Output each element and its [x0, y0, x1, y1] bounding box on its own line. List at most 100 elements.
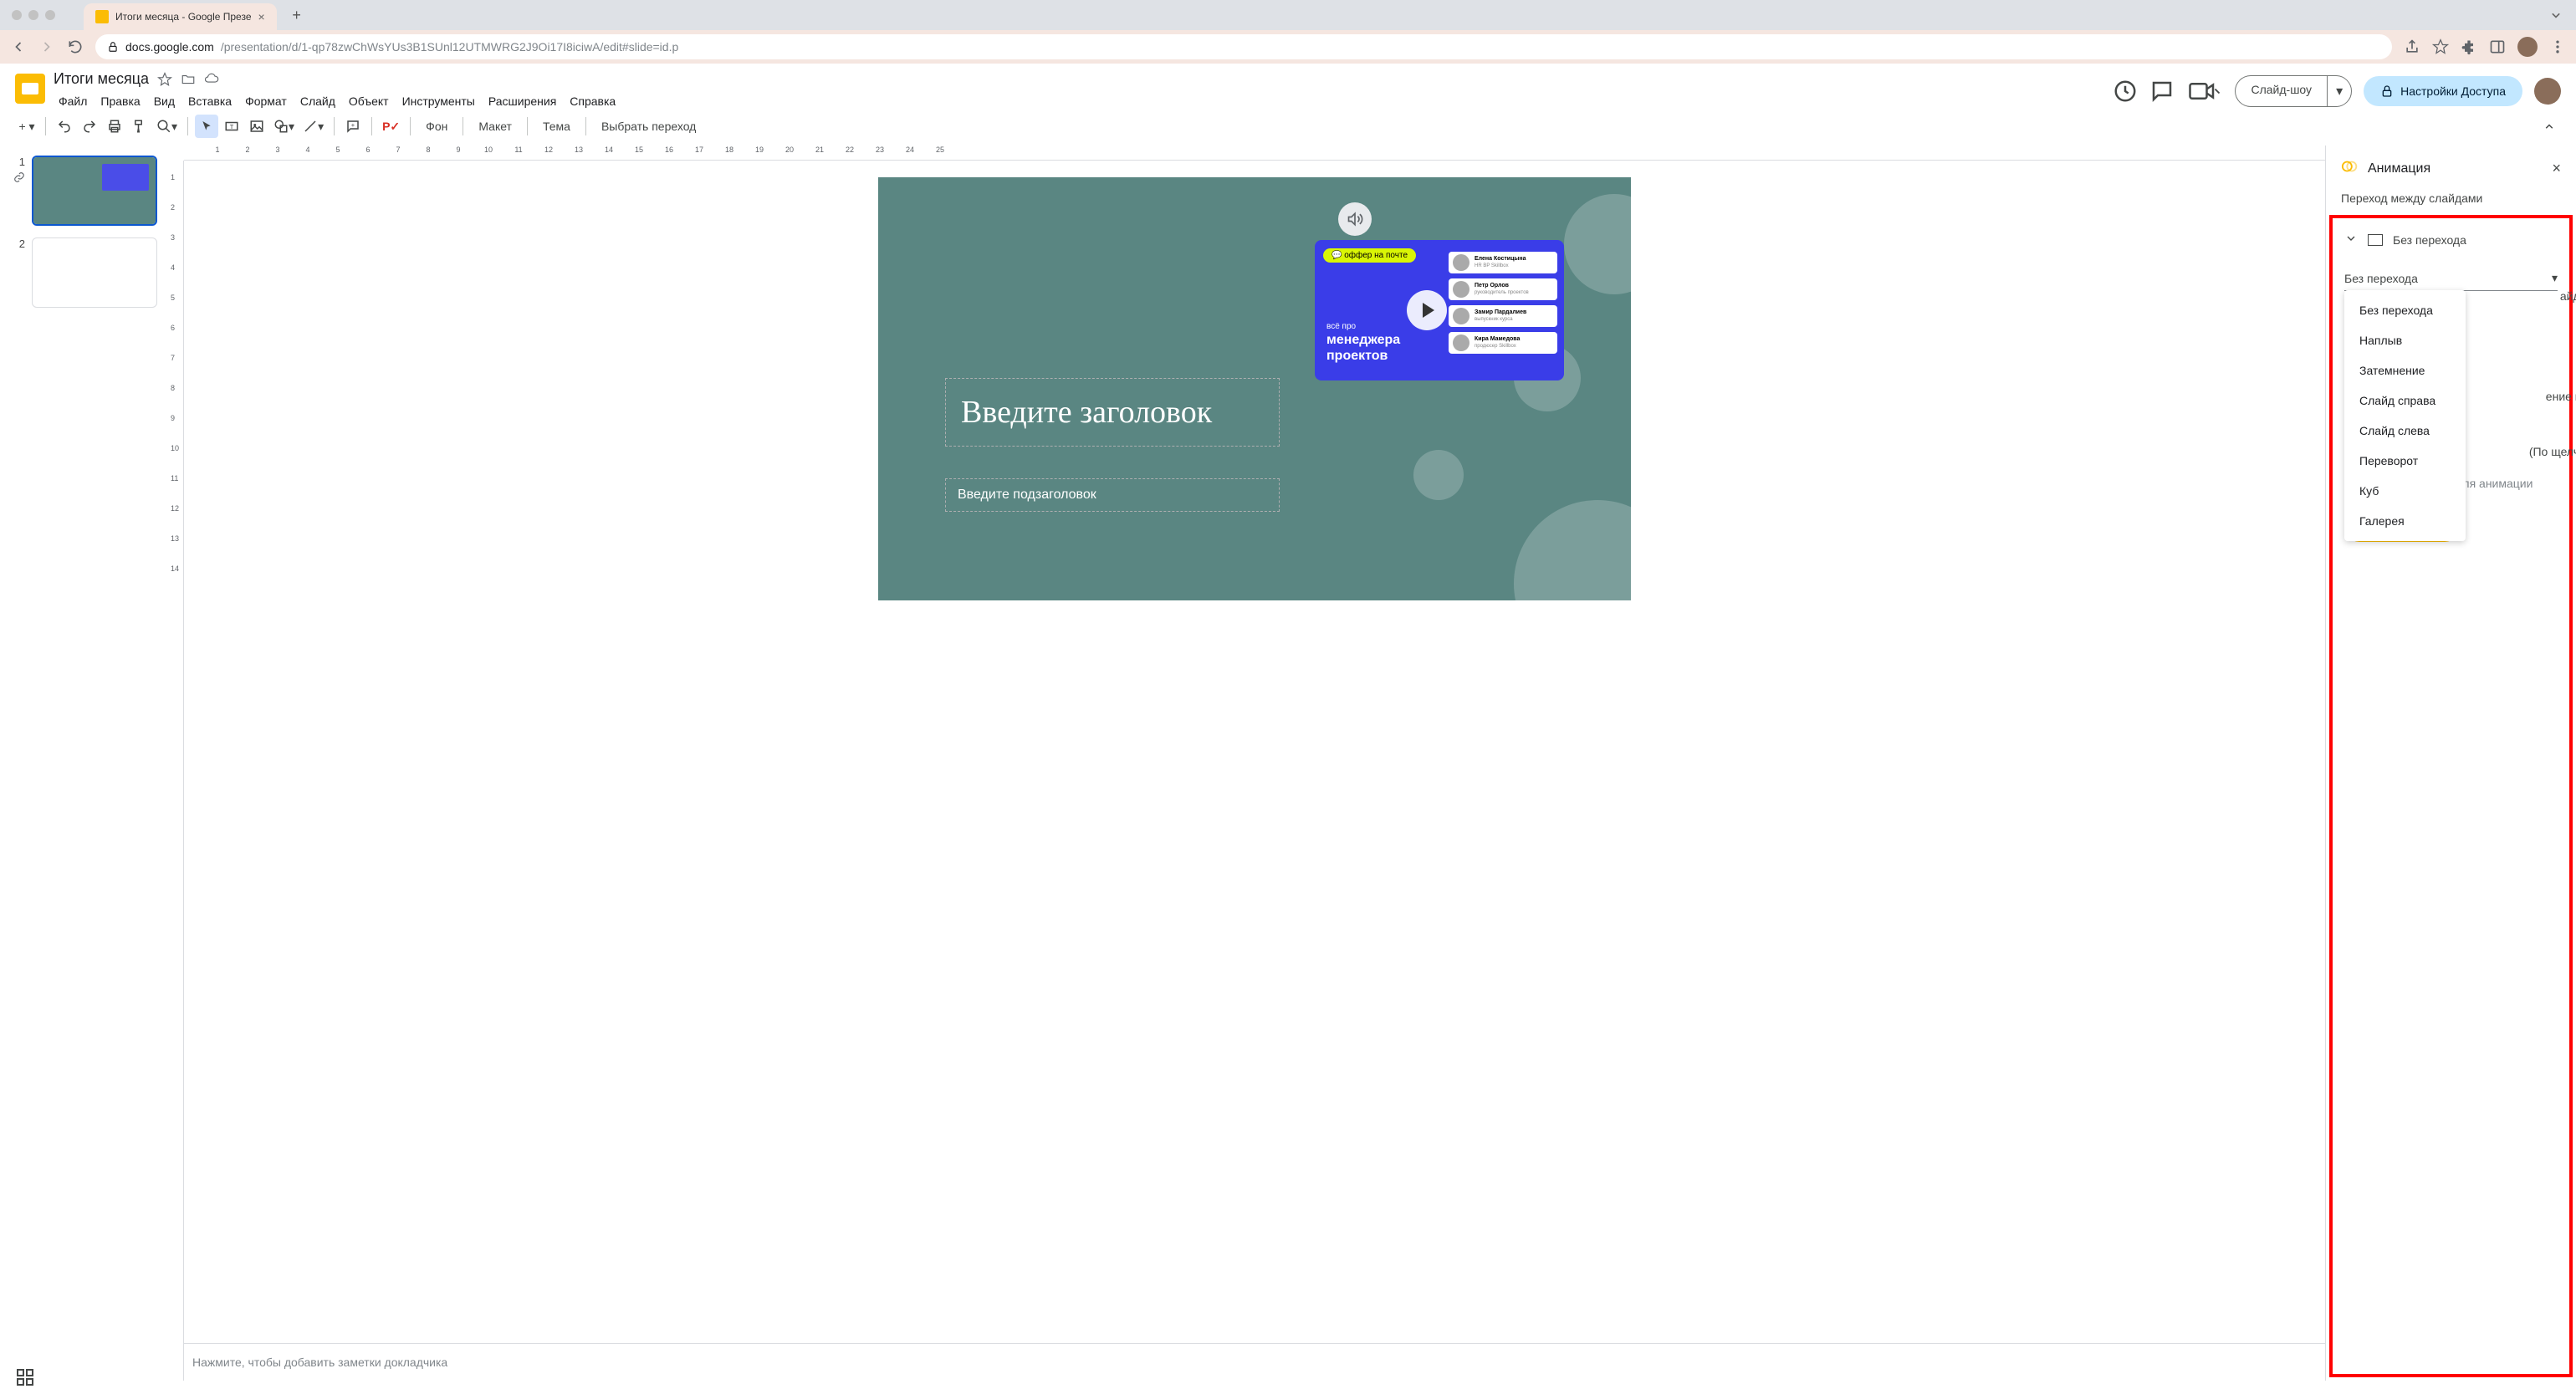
transition-option[interactable]: Слайд справа — [2344, 386, 2466, 416]
transition-option[interactable]: Переворот — [2344, 446, 2466, 476]
move-folder-icon[interactable] — [181, 72, 196, 87]
thumb-number: 1 — [10, 156, 25, 168]
extensions-icon[interactable] — [2461, 38, 2477, 55]
transition-option[interactable]: Слайд слева — [2344, 416, 2466, 446]
comment-tool[interactable]: + — [341, 115, 365, 138]
address-bar: docs.google.com/presentation/d/1-qp78zwC… — [0, 30, 2576, 64]
menu-Слайд[interactable]: Слайд — [295, 91, 340, 111]
slideshow-dropdown[interactable]: ▾ — [2327, 75, 2352, 107]
menu-Файл[interactable]: Файл — [54, 91, 92, 111]
background-button[interactable]: Фон — [417, 120, 456, 133]
transition-option[interactable]: Куб — [2344, 476, 2466, 506]
menu-Вид[interactable]: Вид — [149, 91, 180, 111]
reload-button[interactable] — [67, 38, 84, 55]
collapse-toolbar-icon[interactable] — [2538, 115, 2561, 138]
transition-option[interactable]: Без перехода — [2344, 295, 2466, 325]
play-icon[interactable] — [1407, 290, 1447, 330]
share-button[interactable]: Настройки Доступа — [2364, 76, 2522, 106]
zoom-button[interactable]: ▾ — [153, 115, 181, 138]
video-title: всё про менеджера проектов — [1326, 322, 1400, 364]
new-slide-button[interactable]: + ▾ — [15, 115, 38, 138]
menu-Формат[interactable]: Формат — [240, 91, 292, 111]
menu-Правка[interactable]: Правка — [95, 91, 145, 111]
transition-dropdown: Без переходаНаплывЗатемнениеСлайд справа… — [2344, 290, 2466, 541]
close-icon[interactable]: × — [2552, 160, 2561, 177]
slide-thumbnail-1[interactable] — [32, 156, 157, 226]
image-tool[interactable] — [245, 115, 268, 138]
peek-text-click: (По щелчку) — [2529, 445, 2576, 458]
history-icon[interactable] — [2113, 79, 2138, 104]
bookmark-star-icon[interactable] — [2432, 38, 2449, 55]
theme-button[interactable]: Тема — [534, 120, 579, 133]
tabs-dropdown-icon[interactable] — [2548, 7, 2564, 23]
comments-icon[interactable] — [2149, 79, 2175, 104]
link-icon — [10, 171, 25, 186]
slide-icon — [2368, 234, 2383, 246]
user-avatar[interactable] — [2534, 78, 2561, 105]
print-button[interactable] — [103, 115, 126, 138]
tab-bar: Итоги месяца - Google Презе × + — [84, 0, 309, 30]
meet-icon[interactable] — [2186, 79, 2223, 104]
animation-sidebar: Анимация × Переход между слайдами Без пе… — [2325, 146, 2576, 1381]
star-icon[interactable] — [157, 72, 172, 87]
share-label: Настройки Доступа — [2400, 84, 2506, 98]
browser-tab[interactable]: Итоги месяца - Google Презе × — [84, 3, 277, 30]
menu-Справка[interactable]: Справка — [565, 91, 621, 111]
subtitle-placeholder[interactable]: Введите подзаголовок — [945, 478, 1280, 512]
video-badge: 💬 оффер на почте — [1323, 248, 1416, 263]
transition-row[interactable]: Без перехода — [2333, 227, 2569, 253]
browser-profile-avatar[interactable] — [2517, 37, 2538, 57]
doc-title[interactable]: Итоги месяца — [54, 70, 149, 88]
spelling-button[interactable]: Р✓ — [379, 115, 403, 138]
embedded-video[interactable]: 💬 оффер на почте всё про менеджера проек… — [1315, 240, 1564, 380]
menu-Расширения[interactable]: Расширения — [483, 91, 561, 111]
textbox-tool[interactable]: T — [220, 115, 243, 138]
maximize-window-dot[interactable] — [45, 10, 55, 20]
transition-select[interactable]: Без перехода ▾ Без переходаНаплывЗатемне… — [2344, 266, 2558, 291]
title-placeholder[interactable]: Введите заголовок — [945, 378, 1280, 447]
canvas-area: 1234567891011121314151617181920212223242… — [167, 146, 2325, 1381]
canvas-scroll[interactable]: 💬 оффер на почте всё про менеджера проек… — [184, 161, 2325, 1343]
svg-text:T: T — [230, 123, 234, 130]
lock-icon — [107, 41, 119, 53]
sidepanel-icon[interactable] — [2489, 38, 2506, 55]
undo-button[interactable] — [53, 115, 76, 138]
new-tab-button[interactable]: + — [285, 3, 309, 27]
explore-icon[interactable] — [15, 1367, 35, 1387]
browser-menu-icon[interactable] — [2549, 38, 2566, 55]
redo-button[interactable] — [78, 115, 101, 138]
url-path: /presentation/d/1-qp78zwChWsYUs3B1SUnl12… — [221, 40, 678, 54]
paint-format-button[interactable] — [128, 115, 151, 138]
transition-option[interactable]: Наплыв — [2344, 325, 2466, 355]
speaker-notes[interactable]: Нажмите, чтобы добавить заметки докладчи… — [167, 1343, 2325, 1381]
menu-Объект[interactable]: Объект — [344, 91, 394, 111]
tab-title: Итоги месяца - Google Презе — [115, 11, 252, 23]
share-page-icon[interactable] — [2404, 38, 2420, 55]
transition-button[interactable]: Выбрать переход — [593, 120, 704, 133]
layout-button[interactable]: Макет — [470, 120, 520, 133]
cloud-saved-icon[interactable] — [204, 72, 219, 87]
forward-button[interactable] — [38, 38, 55, 55]
menu-Инструменты[interactable]: Инструменты — [397, 91, 480, 111]
audio-icon[interactable] — [1338, 202, 1372, 236]
title-text: Введите заголовок — [961, 394, 1264, 431]
slides-logo-icon[interactable] — [15, 74, 45, 104]
transition-option[interactable]: Затемнение — [2344, 355, 2466, 386]
ruler-horizontal: 1234567891011121314151617181920212223242… — [184, 146, 2325, 161]
slide-canvas[interactable]: 💬 оффер на почте всё про менеджера проек… — [878, 177, 1631, 600]
transition-option[interactable]: Галерея — [2344, 506, 2466, 536]
url-host: docs.google.com — [125, 40, 214, 54]
line-tool[interactable]: ▾ — [299, 115, 327, 138]
svg-text:+: + — [351, 121, 355, 129]
close-window-dot[interactable] — [12, 10, 22, 20]
back-button[interactable] — [10, 38, 27, 55]
tab-close-icon[interactable]: × — [258, 10, 265, 23]
shape-tool[interactable]: ▾ — [270, 115, 298, 138]
minimize-window-dot[interactable] — [28, 10, 38, 20]
slideshow-button[interactable]: Слайд-шоу — [2235, 75, 2327, 107]
select-tool[interactable] — [195, 115, 218, 138]
peek-text-anim: ение при — [2546, 390, 2576, 403]
menu-Вставка[interactable]: Вставка — [183, 91, 237, 111]
url-input[interactable]: docs.google.com/presentation/d/1-qp78zwC… — [95, 34, 2392, 59]
slide-thumbnail-2[interactable] — [32, 237, 157, 308]
